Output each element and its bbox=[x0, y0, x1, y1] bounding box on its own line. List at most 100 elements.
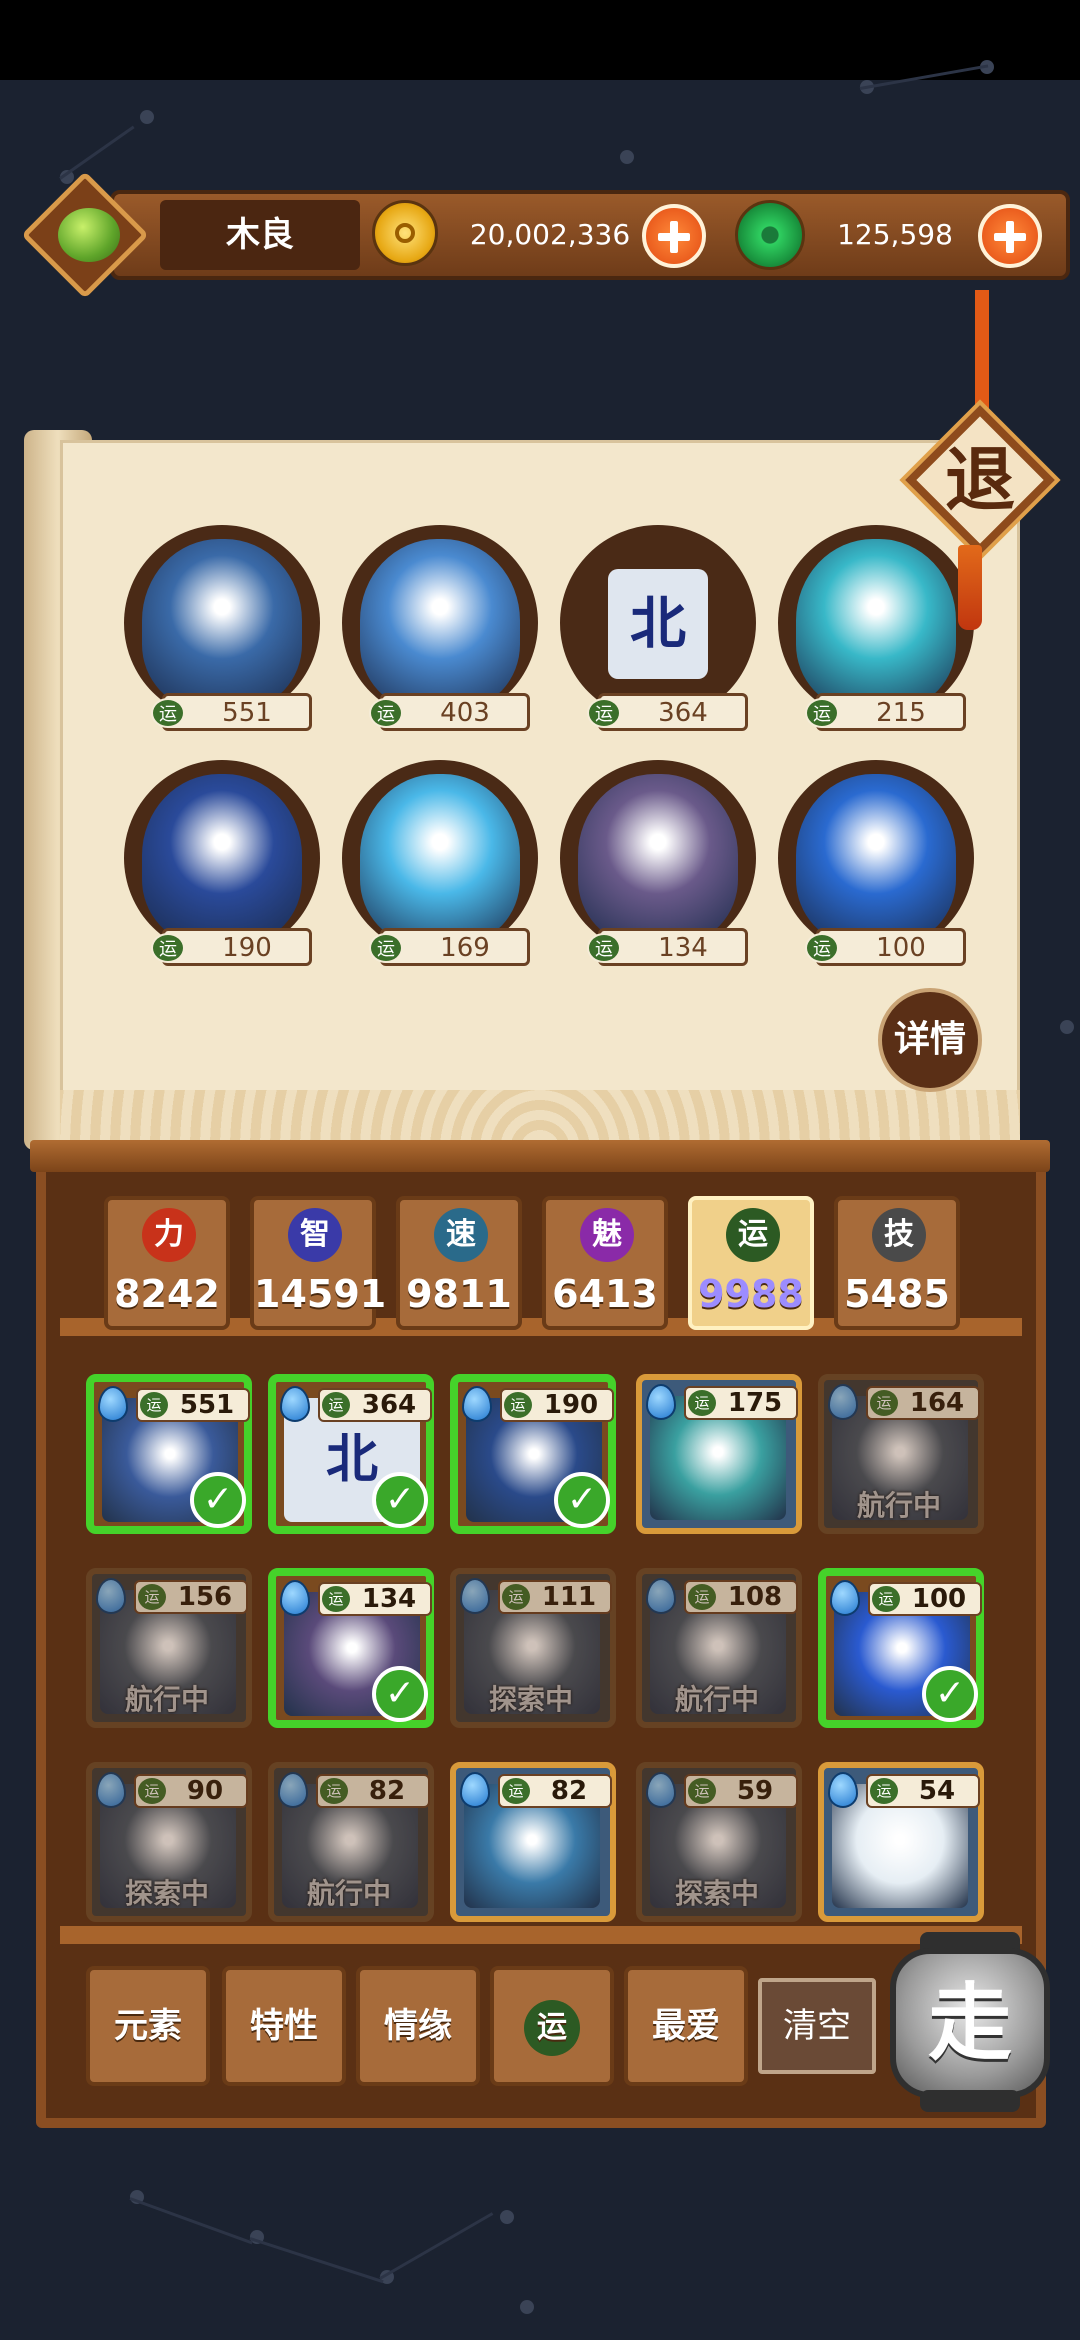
roster-card[interactable]: 运 190 ✓ bbox=[450, 1374, 616, 1534]
tassel bbox=[958, 545, 982, 630]
water-drop-icon bbox=[96, 1578, 126, 1614]
coin-amount: 20,002,336 bbox=[469, 218, 631, 251]
clear-button[interactable]: 清空 bbox=[758, 1978, 876, 2074]
team-slot[interactable]: 运 551 bbox=[124, 525, 324, 745]
luck-value: 100 bbox=[911, 1584, 967, 1614]
stat-icon: 速 bbox=[434, 1208, 488, 1262]
luck-badge: 运 364 bbox=[587, 693, 748, 731]
roster-card[interactable]: 运 108 航行中 bbox=[636, 1568, 802, 1728]
roster-card[interactable]: 运 82 航行中 bbox=[268, 1762, 434, 1922]
stat-card[interactable]: 魅 6413 bbox=[542, 1196, 668, 1330]
luck-icon: 运 bbox=[872, 1586, 900, 1612]
add-coins-button[interactable] bbox=[642, 204, 706, 268]
add-jade-button[interactable] bbox=[978, 204, 1042, 268]
luck-value: 403 bbox=[440, 698, 490, 728]
roster-card[interactable]: 运 175 bbox=[636, 1374, 802, 1534]
cabinet-top bbox=[30, 1140, 1050, 1172]
luck-filter-icon: 运 bbox=[524, 1999, 580, 2056]
roster-card[interactable]: 运 156 航行中 bbox=[86, 1568, 252, 1728]
roster-card[interactable]: 运 164 航行中 bbox=[818, 1374, 984, 1534]
luck-value: 134 bbox=[361, 1584, 417, 1614]
stat-value: 9811 bbox=[406, 1272, 512, 1316]
luck-value: 59 bbox=[736, 1776, 774, 1806]
luck-value: 164 bbox=[909, 1388, 965, 1418]
busy-status: 航行中 bbox=[306, 1877, 391, 1910]
team-slot[interactable]: 运 169 bbox=[342, 760, 542, 980]
filter-button[interactable]: 特性 bbox=[222, 1966, 346, 2086]
roster-card[interactable]: 运 100 ✓ bbox=[818, 1568, 984, 1728]
roster-card[interactable]: 运 82 bbox=[450, 1762, 616, 1922]
go-button[interactable]: 走 bbox=[880, 1928, 1060, 2118]
luck-badge: 运 54 bbox=[866, 1774, 980, 1808]
filter-button[interactable]: 元素 bbox=[86, 1966, 210, 2086]
luck-icon: 运 bbox=[870, 1390, 898, 1416]
filter-button[interactable]: 情缘 bbox=[356, 1966, 480, 2086]
roster-card[interactable]: 运 134 ✓ bbox=[268, 1568, 434, 1728]
filter-button[interactable]: 运 bbox=[490, 1966, 614, 2086]
roster-card[interactable]: 运 111 探索中 bbox=[450, 1568, 616, 1728]
filter-button[interactable]: 最爱 bbox=[624, 1966, 748, 2086]
roster-card[interactable]: 北运 364 ✓ bbox=[268, 1374, 434, 1534]
stat-card[interactable]: 运 9988 bbox=[688, 1196, 814, 1330]
exit-button[interactable]: 退 bbox=[905, 405, 1055, 555]
roster-card[interactable]: 运 90 探索中 bbox=[86, 1762, 252, 1922]
water-drop-icon bbox=[828, 1384, 858, 1420]
luck-badge: 运 100 bbox=[805, 928, 966, 966]
luck-badge: 运 164 bbox=[866, 1386, 980, 1420]
luck-icon: 运 bbox=[587, 933, 621, 963]
luck-icon: 运 bbox=[502, 1778, 530, 1804]
star-dot bbox=[620, 150, 634, 164]
luck-badge: 运 82 bbox=[316, 1774, 430, 1808]
team-slot[interactable]: 运 403 bbox=[342, 525, 542, 745]
stat-card[interactable]: 智 14591 bbox=[250, 1196, 386, 1330]
grid-shelf bbox=[60, 1926, 1022, 1944]
luck-value: 190 bbox=[543, 1390, 599, 1420]
water-drop-icon bbox=[646, 1772, 676, 1808]
detail-button[interactable]: 详情 bbox=[878, 988, 982, 1092]
luck-icon: 运 bbox=[151, 698, 185, 728]
luck-icon: 运 bbox=[805, 933, 839, 963]
stat-value: 5485 bbox=[844, 1272, 950, 1316]
character-portrait: 北 bbox=[608, 569, 708, 679]
luck-value: 175 bbox=[727, 1388, 783, 1418]
luck-badge: 运 59 bbox=[684, 1774, 798, 1808]
luck-value: 156 bbox=[177, 1582, 233, 1612]
water-drop-icon bbox=[460, 1772, 490, 1808]
water-drop-icon bbox=[460, 1578, 490, 1614]
luck-badge: 运 190 bbox=[151, 928, 312, 966]
water-drop-icon bbox=[462, 1386, 492, 1422]
check-icon: ✓ bbox=[554, 1472, 610, 1528]
stat-value: 9988 bbox=[698, 1272, 804, 1316]
team-slot[interactable]: 运 215 bbox=[778, 525, 978, 745]
water-drop-icon bbox=[280, 1580, 310, 1616]
tile-glyph: 北 bbox=[630, 591, 686, 657]
luck-icon: 运 bbox=[504, 1392, 532, 1418]
team-slot[interactable]: 运 134 bbox=[560, 760, 760, 980]
luck-value: 134 bbox=[658, 933, 708, 963]
star-dot bbox=[1060, 1020, 1074, 1034]
luck-icon: 运 bbox=[688, 1584, 716, 1610]
team-slot[interactable]: 运 100 bbox=[778, 760, 978, 980]
stat-icon: 智 bbox=[288, 1208, 342, 1262]
stat-card[interactable]: 技 5485 bbox=[834, 1196, 960, 1330]
stat-card[interactable]: 力 8242 bbox=[104, 1196, 230, 1330]
team-slot[interactable]: 运 190 bbox=[124, 760, 324, 980]
stat-icon: 运 bbox=[726, 1208, 780, 1262]
stat-card[interactable]: 速 9811 bbox=[396, 1196, 522, 1330]
player-avatar[interactable] bbox=[58, 208, 120, 262]
roster-card[interactable]: 运 59 探索中 bbox=[636, 1762, 802, 1922]
roster-card[interactable]: 运 54 bbox=[818, 1762, 984, 1922]
scroll-wave-border bbox=[60, 1090, 1020, 1140]
roster-card[interactable]: 运 551 ✓ bbox=[86, 1374, 252, 1534]
luck-icon: 运 bbox=[688, 1390, 716, 1416]
luck-icon: 运 bbox=[138, 1778, 166, 1804]
character-portrait bbox=[578, 774, 738, 944]
luck-badge: 运 90 bbox=[134, 1774, 248, 1808]
luck-badge: 运 190 bbox=[500, 1388, 614, 1422]
busy-status: 航行中 bbox=[856, 1489, 941, 1522]
player-name: 木良 bbox=[160, 200, 360, 270]
busy-status: 探索中 bbox=[124, 1877, 209, 1910]
luck-icon: 运 bbox=[320, 1778, 348, 1804]
stat-value: 8242 bbox=[114, 1272, 220, 1316]
team-slot[interactable]: 北运 364 bbox=[560, 525, 760, 745]
